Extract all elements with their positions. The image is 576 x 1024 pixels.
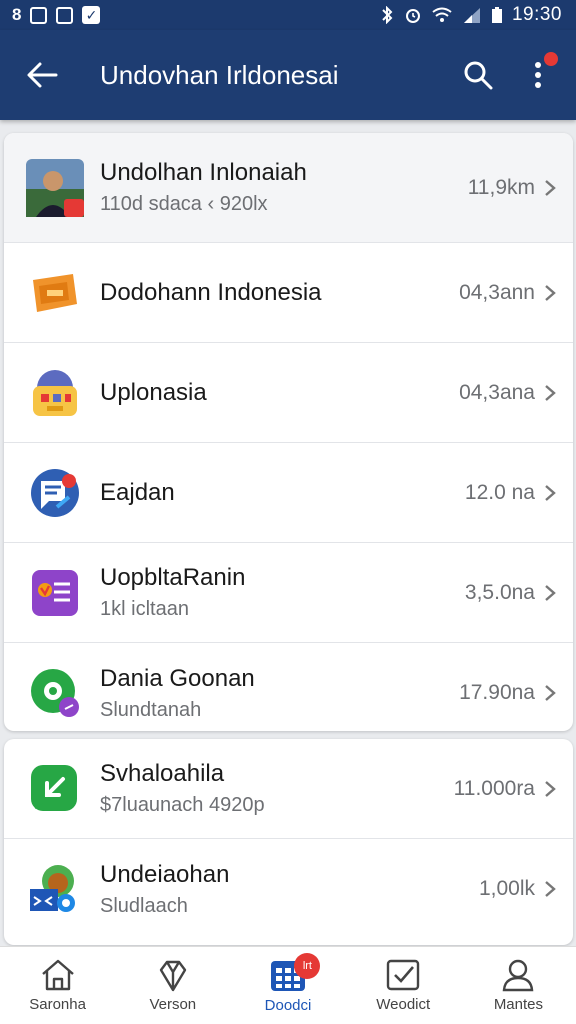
list-item-title: Dania Goonan	[100, 664, 255, 692]
chevron-right-icon	[543, 779, 573, 799]
nav-label: Verson	[149, 996, 197, 1013]
list-item-value: 11,9km	[467, 175, 535, 199]
alarm-icon	[405, 9, 420, 23]
status-glyph: 8	[12, 5, 22, 24]
list-item-title: Dodohann Indonesia	[100, 278, 322, 306]
list-item-value: 04,3ana	[459, 380, 535, 404]
list-item-subtitle: 1kl icltaan	[100, 598, 189, 620]
pen-icon	[159, 960, 186, 992]
list-item[interactable]: Undolhan Inlonaiah 110d sdaca ‹ 920lx 11…	[4, 133, 573, 243]
profile-photo-icon	[26, 158, 84, 217]
list-card-primary: Undolhan Inlonaiah 110d sdaca ‹ 920lx 11…	[4, 133, 573, 731]
home-icon	[41, 959, 74, 991]
battery-icon	[491, 7, 502, 23]
chevron-right-icon	[543, 483, 573, 503]
checkbox-icon	[387, 959, 420, 991]
list-item-title: Eajdan	[100, 478, 175, 506]
search-button[interactable]	[448, 30, 508, 120]
list-item-value: 3,5.0na	[464, 580, 535, 604]
list-item[interactable]: Dania Goonan Slundtanah 17.90na	[4, 643, 573, 731]
list-item-value: 12.0 na	[464, 480, 535, 504]
nav-label: Saronha	[29, 996, 86, 1013]
nav-label: Mantes	[493, 996, 544, 1013]
nav-label: Weodict	[376, 996, 431, 1013]
list-item[interactable]: Uplonasia 04,3ana	[4, 343, 573, 443]
list-item-subtitle: 110d sdaca ‹ 920lx	[100, 193, 268, 215]
back-button[interactable]	[0, 30, 84, 120]
nav-label: Doodci	[264, 997, 312, 1014]
list-item-subtitle: $7luaunach 4920p	[100, 794, 265, 816]
chevron-right-icon	[543, 283, 573, 303]
list-item-title: UopbltaRanin	[100, 564, 246, 591]
nav-item-verson[interactable]: Verson	[115, 947, 230, 1024]
location-icon	[26, 664, 84, 722]
wifi-icon	[432, 7, 452, 22]
status-bar-right: 19:30	[379, 4, 562, 26]
status-time: 19:30	[511, 4, 562, 25]
chevron-right-icon	[543, 383, 573, 403]
chevron-right-icon	[543, 683, 573, 703]
check-notification-icon: ✓	[82, 6, 101, 24]
notification-badge: lrt	[294, 953, 321, 979]
list-item[interactable]: Undeiaohan Sludlaach 1,00lk	[4, 839, 573, 939]
list-item-title: Svhaloahila	[100, 760, 225, 787]
list-item-value: 17.90na	[459, 681, 535, 704]
more-options-button[interactable]	[508, 30, 568, 120]
chevron-right-icon	[543, 583, 573, 603]
list-item[interactable]: Dodohann Indonesia 04,3ann	[4, 243, 573, 343]
list-item-title: Undolhan Inlonaiah	[100, 159, 307, 186]
screenshot-icon	[56, 6, 74, 24]
status-bar-left: 8 ✓	[12, 5, 101, 25]
list-item-title: Undeiaohan	[100, 860, 230, 888]
list-item-value: 1,00lk	[478, 877, 535, 900]
bottom-navigation: Saronha Verson lrt Doodci Weodict Mantes	[0, 946, 576, 1024]
nav-item-mantes[interactable]: Mantes	[461, 947, 576, 1024]
person-icon	[503, 959, 534, 992]
notification-dot	[544, 52, 558, 66]
page-title: Undovhan Irldonesai	[100, 59, 339, 90]
list-item[interactable]: UopbltaRanin 1kl icltaan 3,5.0na	[4, 543, 573, 643]
list-item-value: 11.000ra	[453, 776, 535, 800]
list-item-value: 04,3ann	[459, 280, 535, 304]
document-icon	[26, 564, 84, 622]
bluetooth-icon	[382, 6, 393, 24]
list-item[interactable]: Eajdan 12.0 na	[4, 443, 573, 543]
app-bar: Undovhan Irldonesai	[0, 30, 576, 120]
chat-bubble-icon	[26, 464, 84, 522]
list-item-subtitle: Sludlaach	[100, 894, 188, 917]
list-item-subtitle: Slundtanah	[100, 698, 202, 721]
shop-icon	[26, 364, 84, 422]
map-avatar-icon	[26, 860, 84, 918]
list-card-secondary: Svhaloahila $7luaunach 4920p 11.000ra Un…	[4, 739, 573, 945]
back-arrow-icon	[27, 62, 58, 88]
list-item[interactable]: Svhaloahila $7luaunach 4920p 11.000ra	[4, 739, 573, 839]
arrow-badge-icon	[26, 760, 84, 818]
chevron-right-icon	[543, 879, 573, 899]
nav-item-doodci[interactable]: lrt Doodci	[230, 947, 345, 1024]
nav-item-home[interactable]: Saronha	[0, 947, 115, 1024]
search-icon	[464, 61, 493, 90]
chevron-right-icon	[543, 178, 573, 198]
nav-item-weodict[interactable]: Weodict	[346, 947, 461, 1024]
more-vert-icon	[535, 62, 541, 88]
signal-icon	[463, 8, 480, 23]
ticket-icon	[26, 264, 84, 322]
notification-box-icon	[30, 6, 48, 24]
status-bar: 8 ✓ 19:30	[0, 0, 576, 30]
list-item-title: Uplonasia	[100, 378, 207, 406]
